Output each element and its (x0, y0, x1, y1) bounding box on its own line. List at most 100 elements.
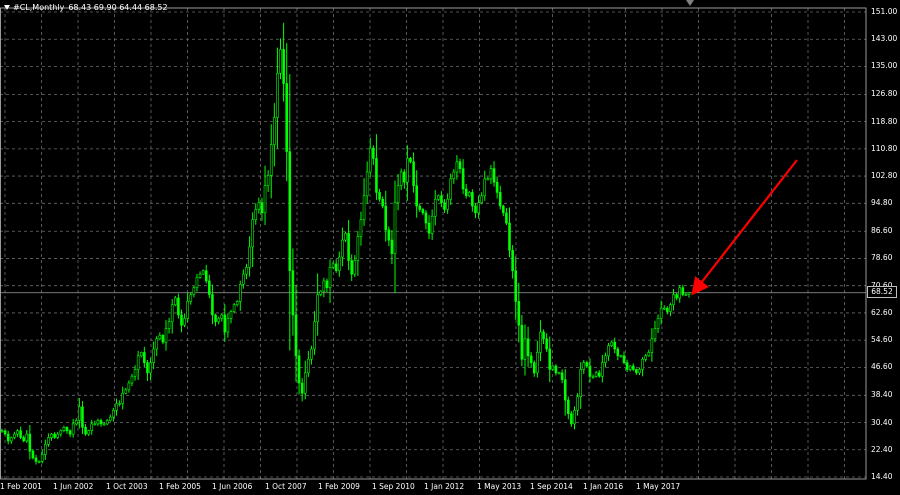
candle-body (557, 372, 561, 375)
candle-body (675, 294, 678, 299)
candle-body (597, 372, 601, 377)
candle-body (536, 352, 539, 374)
candle-body (424, 212, 428, 224)
candle-body (152, 348, 155, 363)
candle-body (498, 192, 502, 207)
candle-body (124, 389, 128, 394)
candle-body (217, 318, 220, 323)
price-tick-label: 78.60 (871, 253, 893, 263)
candle-body (183, 318, 186, 326)
candle-body (13, 433, 16, 438)
price-tick-label: 86.60 (871, 226, 893, 236)
price-tick-label: 118.80 (871, 116, 898, 126)
candle-body (545, 338, 548, 350)
candle-body (495, 181, 499, 193)
candle-body (480, 195, 483, 203)
candle-body (638, 369, 641, 374)
price-tick-label: 54.60 (871, 335, 893, 345)
candle-body (341, 239, 344, 258)
candle-body (489, 168, 493, 180)
candle-body (477, 202, 480, 214)
candle-body (149, 362, 152, 374)
candle-body (164, 328, 168, 343)
candle-body (319, 290, 323, 295)
candle-body (173, 297, 177, 306)
candle-body (143, 352, 146, 363)
chart-window[interactable]: #CL,Monthly 68.43 69.90 64.44 68.52 151.0… (0, 0, 900, 495)
candle-body (62, 427, 66, 432)
candle-body (662, 307, 666, 310)
candle-body (328, 267, 332, 289)
time-tick-label: 1 Feb 2005 (159, 482, 201, 491)
candle-body (84, 427, 87, 435)
candle-body (601, 362, 604, 377)
candle-body (331, 263, 335, 268)
candle-body (440, 195, 443, 203)
candle-body (406, 158, 409, 183)
candle-body (567, 399, 570, 414)
candle-body (474, 205, 477, 214)
chart-shift-icon[interactable] (686, 0, 694, 6)
candle-body (591, 375, 595, 378)
candle-body (325, 280, 329, 289)
candle-body (56, 433, 60, 438)
candle-body (548, 348, 552, 370)
candle-body (201, 270, 205, 275)
candle-body (656, 318, 660, 329)
candle-body (449, 178, 453, 200)
price-tick-label: 151.00 (871, 7, 898, 16)
time-tick-label: 1 Jun 2002 (53, 482, 94, 491)
chart-frame (0, 7, 867, 480)
candle-body (381, 198, 384, 207)
candle-body (402, 171, 406, 183)
price-tick-label: 38.40 (871, 390, 893, 400)
time-tick-label: 1 May 2017 (636, 482, 681, 491)
candle-body (542, 331, 545, 340)
candle-body (25, 433, 29, 442)
price-tick-label: 135.00 (871, 61, 898, 71)
candle-body (375, 158, 378, 193)
candle-body (204, 270, 208, 282)
time-tick-label: 1 Oct 2003 (106, 482, 148, 491)
candle-body (186, 301, 189, 319)
candle-body (687, 292, 691, 295)
candle-body (334, 263, 338, 272)
candle-body (458, 161, 462, 169)
candle-body (16, 430, 19, 435)
candle-body (260, 202, 264, 214)
candle-body (220, 314, 224, 319)
candle-body (59, 430, 63, 435)
candle-body (678, 287, 682, 299)
candle-body (291, 270, 295, 316)
candle-body (684, 294, 688, 296)
candle-body (307, 358, 310, 374)
candle-body (273, 117, 276, 146)
candle-body (81, 406, 84, 428)
annotation-arrow (691, 159, 798, 296)
candle-body (393, 202, 397, 254)
price-tick-label: 46.60 (871, 362, 893, 372)
candle-body (93, 423, 97, 426)
candle-body (78, 406, 81, 421)
candle-body (443, 202, 446, 210)
candle-body (155, 338, 159, 350)
candle-body (573, 409, 576, 425)
candle-body (313, 321, 316, 350)
candle-body (582, 362, 586, 370)
chevron-down-icon[interactable] (4, 5, 10, 10)
candle-body (245, 267, 248, 275)
price-chart[interactable] (0, 0, 900, 495)
price-tick-label: 30.40 (871, 417, 893, 427)
candle-body (579, 369, 582, 397)
candle-body (96, 420, 100, 425)
chart-grid (0, 7, 867, 480)
candle-series (0, 22, 691, 465)
candle-body (300, 382, 304, 394)
candle-body (263, 185, 267, 214)
candle-body (3, 430, 7, 435)
candle-body (514, 270, 518, 302)
candle-body (282, 49, 285, 84)
candle-body (635, 369, 638, 374)
candle-body (269, 144, 273, 176)
candle-body (195, 277, 199, 289)
